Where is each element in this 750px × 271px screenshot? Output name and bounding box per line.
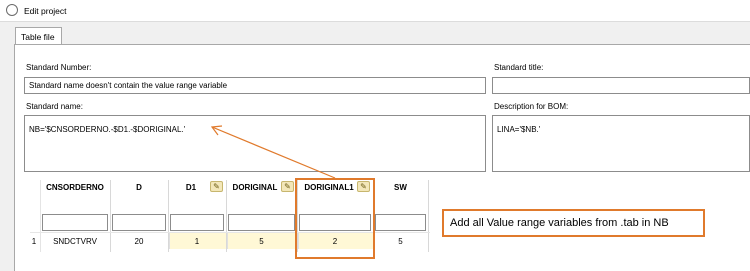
- column-header-sw[interactable]: SW: [373, 183, 428, 192]
- filter-input-cnsorderno[interactable]: [42, 214, 108, 231]
- column-header-cnsorderno[interactable]: CNSORDERNO: [40, 183, 110, 192]
- table-cell-sw[interactable]: 5: [373, 237, 428, 246]
- filter-input-doriginal[interactable]: [228, 214, 295, 231]
- column-header-d1[interactable]: D1: [168, 183, 214, 192]
- filter-input-sw[interactable]: [375, 214, 426, 231]
- column-header-doriginal[interactable]: DORIGINAL: [226, 183, 284, 192]
- highlight-box: [295, 178, 375, 259]
- filter-input-d[interactable]: [112, 214, 166, 231]
- table-cell-d[interactable]: 20: [110, 237, 168, 246]
- annotation-note: Add all Value range variables from .tab …: [442, 209, 705, 237]
- table-cell-doriginal[interactable]: 5: [226, 237, 297, 246]
- filter-input-d1[interactable]: [170, 214, 224, 231]
- pencil-icon[interactable]: ✎: [281, 181, 294, 192]
- pencil-icon[interactable]: ✎: [210, 181, 223, 192]
- row-index: 1: [31, 237, 37, 246]
- column-header-d[interactable]: D: [110, 183, 168, 192]
- table-cell-d1[interactable]: 1: [168, 237, 226, 246]
- table-cell-cnsorderno[interactable]: SNDCTVRV: [40, 237, 110, 246]
